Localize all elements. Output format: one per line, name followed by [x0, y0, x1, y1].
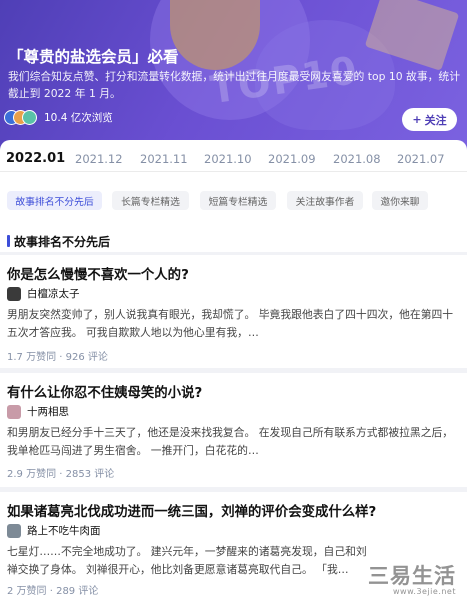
- tab-2021-09[interactable]: 2021.09: [268, 152, 316, 166]
- author-info[interactable]: 十两相思: [7, 404, 69, 419]
- story-card[interactable]: 有什么让你忍不住姨母笑的小说? 十两相思 和男朋友已经分手十三天了，他还是没来找…: [0, 373, 467, 487]
- ranking-panel: 2022.01 2021.12 2021.11 2021.10 2021.09 …: [0, 140, 467, 232]
- story-excerpt[interactable]: 男朋友突然変帅了，别人说我真有眼光，我却慌了。 毕竟我跟他表白了四十四次，他在第…: [7, 306, 462, 342]
- chip-invite-chat[interactable]: 邀你来聊: [372, 191, 428, 210]
- chip-follow-authors[interactable]: 关注故事作者: [287, 191, 363, 210]
- section-title: 故事排名不分先后: [14, 235, 111, 249]
- author-name: 白檀凉太子: [27, 288, 80, 300]
- avatar: [22, 110, 37, 125]
- chip-unranked[interactable]: 故事排名不分先后: [7, 191, 102, 210]
- avatar-stack: [4, 110, 39, 125]
- story-title[interactable]: 有什么让你忍不住姨母笑的小说?: [7, 381, 202, 401]
- page-description: 我们综合知友点赞、打分和流量转化数据，统计出过往月度最受网友喜爱的 top 10…: [8, 70, 461, 100]
- tab-2021-10[interactable]: 2021.10: [204, 152, 252, 166]
- page-title: 「尊贵的盐选会员」必看: [8, 48, 179, 66]
- avatar: [7, 286, 21, 301]
- watermark-url: www.3ejie.net: [393, 587, 456, 596]
- author-info[interactable]: 路上不吃牛肉面: [7, 523, 101, 538]
- tab-2021-07[interactable]: 2021.07: [397, 152, 445, 166]
- story-excerpt[interactable]: 七星灯……不完全地成功了。 建兴元年，一梦醒来的诸葛亮发现，自己和刘禅交换了身体…: [7, 543, 377, 579]
- story-title[interactable]: 如果诸葛亮北伐成功进而一统三国，刘禅的评价会变成什么样?: [7, 500, 376, 520]
- follow-button[interactable]: + 关注: [402, 108, 457, 131]
- section-accent-bar: [7, 235, 10, 247]
- avatar: [7, 523, 21, 538]
- story-stats: 2 万赞同 · 289 评论: [7, 586, 99, 597]
- tab-divider: [0, 171, 467, 172]
- story-stats: 1.7 万赞同 · 926 评论: [7, 352, 108, 363]
- author-info[interactable]: 白檀凉太子: [7, 286, 80, 301]
- follow-label: 关注: [424, 113, 447, 127]
- story-card[interactable]: 你是怎么慢慢不喜欢一个人的? 白檀凉太子 男朋友突然変帅了，别人说我真有眼光，我…: [0, 255, 467, 368]
- story-title[interactable]: 你是怎么慢慢不喜欢一个人的?: [7, 263, 189, 283]
- chip-long-column[interactable]: 长篇专栏精选: [112, 191, 189, 210]
- story-excerpt[interactable]: 和男朋友已经分手十三天了，他还是没来找我复合。 在发现自己所有联系方式都被拉黑之…: [7, 424, 462, 460]
- chip-short-column[interactable]: 短篇专栏精选: [200, 191, 276, 210]
- tab-2022-01[interactable]: 2022.01: [6, 151, 65, 166]
- tab-2021-08[interactable]: 2021.08: [333, 152, 381, 166]
- author-name: 十两相思: [27, 406, 69, 418]
- month-tabs: 2022.01 2021.12 2021.11 2021.10 2021.09 …: [0, 151, 467, 172]
- top-banner: TOP10 「尊贵的盐选会员」必看 我们综合知友点赞、打分和流量转化数据，统计出…: [0, 0, 467, 150]
- site-watermark: 三易生活 www.3ejie.net: [368, 565, 456, 596]
- views-count: 10.4 亿次浏览: [4, 110, 113, 125]
- plus-icon: +: [412, 113, 422, 126]
- avatar: [7, 404, 21, 419]
- tab-2021-12[interactable]: 2021.12: [75, 152, 123, 166]
- tab-2021-11[interactable]: 2021.11: [140, 152, 188, 166]
- watermark-logo: 三易生活: [368, 564, 456, 588]
- author-name: 路上不吃牛肉面: [27, 525, 101, 537]
- views-label: 10.4 亿次浏览: [44, 112, 113, 124]
- section-header: 故事排名不分先后: [0, 224, 467, 252]
- story-stats: 2.9 万赞同 · 2853 评论: [7, 469, 115, 480]
